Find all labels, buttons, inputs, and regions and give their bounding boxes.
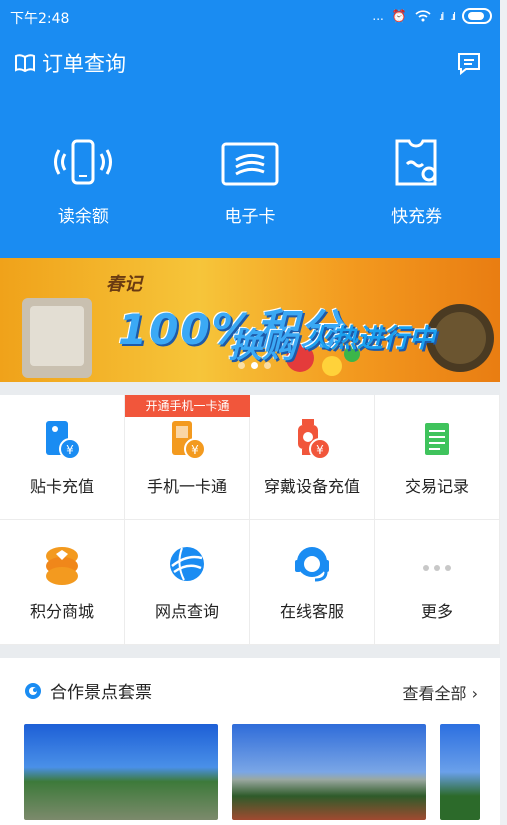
svg-text:¥: ¥ [191,443,199,457]
grid-label: 在线客服 [279,602,344,621]
signal2-icon: .ıl [450,9,455,23]
grid-label: 贴卡充值 [29,477,94,496]
status-bar: 下午2:48 ... ⏰ .ıl .ıl [0,0,500,34]
book-icon [15,54,35,73]
grid-label: 网点查询 [154,602,219,621]
nfc-phone-icon [54,139,113,185]
section-title-text: 合作景点套票 [50,683,152,703]
pager-dot-active [251,362,258,369]
grid-item-outlets[interactable]: 网点查询 [125,520,250,645]
grid-label: 积分商城 [29,602,94,621]
more-status-icon: ... [372,9,384,23]
grid-label: 更多 [420,602,453,621]
voucher-icon [395,139,437,186]
banner-subline: 火热进行中 [305,324,436,354]
banner-pager [238,362,271,369]
app-screen: 下午2:48 ... ⏰ .ıl .ıl 订单查询 读余额 电子卡 快充券 春记… [0,0,500,825]
grid-label: 穿戴设备充值 [263,477,360,496]
e-card-icon [221,142,279,186]
grid-item-phone-card[interactable]: 开通手机一卡通 ¥ 手机一卡通 [125,395,250,520]
pager-dot [264,362,271,369]
grid-item-card-recharge[interactable]: ¥ 贴卡充值 [0,395,125,520]
phone-card-icon: ¥ [172,421,206,460]
alarm-icon: ⏰ [391,9,407,23]
grid-item-customer-service[interactable]: 在线客服 [250,520,375,645]
quick-label: 电子卡 [224,207,276,227]
grid-label: 交易记录 [404,477,469,496]
app-header: 订单查询 [0,48,500,84]
quick-voucher[interactable]: 快充券 [333,138,500,238]
promo-tag: 开通手机一卡通 [125,395,250,417]
points-mall-icon [46,547,78,585]
grid-item-wearable[interactable]: ¥ 穿戴设备充值 [250,395,375,520]
quick-read-balance[interactable]: 读余额 [0,138,167,238]
page-title: 订单查询 [42,52,126,76]
scenic-photo-list [0,722,500,825]
message-icon[interactable] [456,50,482,76]
tickets-logo-icon [25,682,41,699]
section-title: 合作景点套票 [24,678,152,703]
grid-item-points-mall[interactable]: 积分商城 [0,520,125,645]
quick-label: 快充券 [391,207,443,227]
banner-brand: 春记 [106,274,142,295]
grid-item-records[interactable]: 交易记录 [375,395,500,520]
grid-label: 手机一卡通 [146,477,227,496]
service-grid: ¥ 贴卡充值 开通手机一卡通 ¥ 手机一卡通 ¥ 穿戴设备充值 交易记录 积分商… [0,395,500,645]
battery-icon [462,8,492,24]
card-recharge-icon: ¥ [46,421,81,460]
status-icons: ... ⏰ .ıl .ıl [372,8,492,24]
record-icon [425,423,449,455]
pager-dot [238,362,245,369]
customer-service-icon [295,547,329,582]
globe-icon [170,547,204,581]
quick-e-card[interactable]: 电子卡 [167,138,334,238]
scenic-tickets-section: 合作景点套票 查看全部 › [0,658,500,718]
banner-headline2: 换购 [228,326,296,366]
top-header-area: 下午2:48 ... ⏰ .ıl .ıl 订单查询 读余额 电子卡 快充券 [0,0,500,258]
grid-item-more[interactable]: 更多 [375,520,500,645]
wifi-icon [415,10,431,22]
scenic-photo[interactable] [24,724,218,820]
quick-label: 读余额 [57,207,109,227]
wearable-icon: ¥ [298,419,331,460]
svg-text:¥: ¥ [316,443,324,457]
divider [0,382,500,395]
quick-actions: 读余额 电子卡 快充券 [0,138,500,238]
view-all-link[interactable]: 查看全部 › [403,680,479,704]
promo-banner[interactable]: 春记 100%积分 换购 火热进行中 [0,258,500,382]
scenic-photo[interactable] [440,724,480,820]
status-time: 下午2:48 [10,11,70,27]
scenic-photo[interactable] [232,724,426,820]
signal-icon: .ıl [438,9,444,23]
svg-text:¥: ¥ [66,443,74,457]
order-query-link[interactable]: 订单查询 [14,48,126,78]
divider [0,645,500,658]
more-dots-icon [423,565,451,571]
